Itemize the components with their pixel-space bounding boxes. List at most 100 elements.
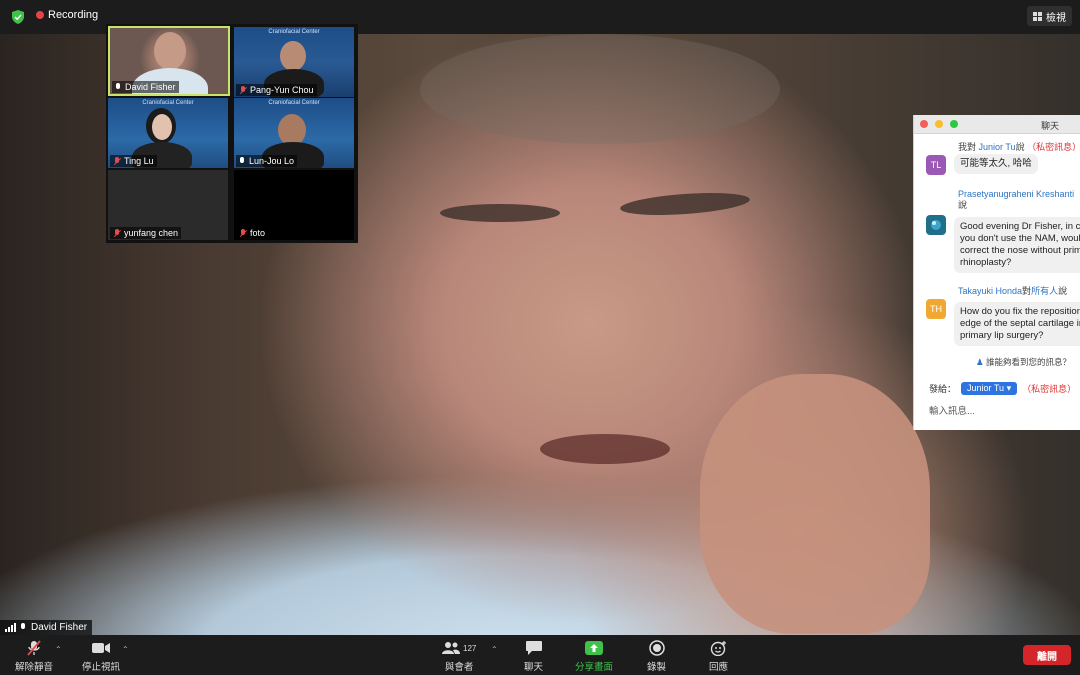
participant-name-tag: David Fisher: [112, 81, 179, 93]
participant-name: Lun-Jou Lo: [249, 156, 295, 166]
participant-tile[interactable]: foto: [234, 170, 354, 240]
message-recipient[interactable]: 所有人: [1031, 286, 1058, 296]
record-button[interactable]: 錄製: [647, 639, 666, 673]
avatar-image-icon: [931, 220, 941, 230]
smiley-icon: [710, 639, 728, 657]
reactions-button[interactable]: 回應: [709, 639, 728, 673]
message-header: 我對 Junior Tu說 （私密訊息）: [958, 140, 1080, 153]
chat-title-bar[interactable]: 聊天: [914, 115, 1080, 134]
participant-name: Pang-Yun Chou: [250, 85, 314, 95]
participant-tile[interactable]: David Fisher: [108, 26, 230, 96]
chevron-up-icon[interactable]: ⌃: [491, 645, 498, 654]
chat-panel: 聊天 我對 Junior Tu說 （私密訊息） TL 可能等太久, 哈哈 Pra…: [913, 115, 1080, 430]
participant-video: [154, 32, 186, 70]
active-speaker-name: David Fisher: [31, 622, 88, 633]
participant-banner: Craniofacial Center: [142, 100, 194, 106]
meeting-toolbar: 解除靜音 ⌃ 停止視訊 ⌃ 127 與會者 ⌃ 聊天 分享畫面 錄製 回應 離開: [0, 635, 1080, 675]
maximize-window-icon[interactable]: [950, 120, 958, 128]
close-window-icon[interactable]: [920, 120, 928, 128]
participant-name-tag: Lun-Jou Lo: [236, 155, 298, 167]
signal-strength-icon: [5, 623, 16, 632]
avatar-initials: TL: [930, 160, 942, 170]
chat-message-input[interactable]: 輸入訊息...: [929, 403, 975, 417]
microphone-muted-icon: [113, 228, 121, 238]
recording-label: Recording: [48, 9, 99, 21]
view-label: 檢視: [1046, 12, 1066, 24]
grid-icon: [1033, 11, 1042, 21]
active-speaker-label: David Fisher: [0, 620, 93, 635]
speaker-left-brow: [440, 204, 560, 222]
leave-meeting-button[interactable]: 離開: [1023, 645, 1071, 665]
chat-button[interactable]: 聊天: [524, 639, 543, 673]
shield-icon[interactable]: [12, 10, 24, 24]
message-suffix: 說: [1015, 142, 1025, 152]
message-bubble: How do you fix the repositioned edge of …: [954, 302, 1080, 346]
share-screen-label: 分享畫面: [575, 662, 614, 673]
record-icon: [648, 639, 665, 657]
message-bubble: Good evening Dr Fisher, in case you don'…: [954, 217, 1080, 273]
participant-name: foto: [250, 228, 266, 238]
microphone-icon: [115, 82, 122, 92]
participant-tile[interactable]: yunfang chen: [108, 170, 228, 240]
participant-name-tag: foto: [236, 227, 269, 239]
view-button[interactable]: 檢視: [1027, 6, 1072, 26]
share-screen-button[interactable]: 分享畫面: [575, 639, 613, 673]
avatar: TH: [926, 299, 946, 319]
chat-label: 聊天: [524, 662, 544, 673]
participant-name: David Fisher: [125, 82, 176, 92]
video-camera-icon: [91, 639, 111, 657]
chevron-up-icon[interactable]: ⌃: [55, 645, 62, 654]
speaker-right-brow: [619, 189, 751, 219]
message-middle: 對: [1022, 286, 1032, 296]
avatar-initials: TH: [930, 304, 942, 314]
participant-name: yunfang chen: [124, 228, 179, 238]
recording-dot-icon: [36, 11, 44, 19]
participant-name: Ting Lu: [124, 156, 154, 166]
avatar: [926, 215, 946, 235]
speaker-mouth: [540, 434, 670, 464]
message-sender[interactable]: Takayuki Honda: [958, 286, 1022, 296]
participant-tile[interactable]: Craniofacial Center Ting Lu: [108, 98, 228, 168]
who-can-see-label: 誰能夠看到您的訊息？: [986, 357, 1072, 367]
stop-video-button[interactable]: 停止視訊: [82, 639, 120, 673]
microphone-muted-icon: [239, 228, 247, 238]
participants-icon: 127: [442, 639, 476, 657]
message-header: Takayuki Honda對所有人說: [958, 284, 1067, 297]
share-screen-icon: [584, 639, 604, 657]
speaker-hair: [420, 34, 780, 144]
recording-indicator[interactable]: Recording: [36, 9, 98, 21]
minimize-window-icon[interactable]: [935, 120, 943, 128]
chevron-up-icon[interactable]: ⌃: [122, 645, 129, 654]
participants-count: 127: [463, 643, 477, 653]
recipient-select[interactable]: Junior Tu ▾: [961, 382, 1018, 395]
reactions-label: 回應: [709, 662, 729, 673]
message-bubble: 可能等太久, 哈哈: [954, 154, 1038, 174]
avatar: TL: [926, 155, 946, 175]
message-suffix: 說: [1058, 286, 1068, 296]
chat-title: 聊天: [1041, 121, 1060, 131]
participant-banner: Craniofacial Center: [268, 100, 320, 106]
participant-tile[interactable]: Craniofacial Center Pang-Yun Chou: [234, 27, 354, 97]
participant-tile[interactable]: Craniofacial Center Lun-Jou Lo: [234, 98, 354, 168]
participants-label: 與會者: [444, 662, 474, 673]
person-icon: ♟: [976, 357, 984, 367]
chat-bubble-icon: [525, 639, 543, 657]
message-recipient[interactable]: Junior Tu: [979, 142, 1016, 152]
microphone-icon: [20, 623, 27, 632]
participants-button[interactable]: 127 與會者: [442, 639, 476, 673]
recipient-select-value: Junior Tu: [967, 383, 1005, 393]
stop-video-label: 停止視訊: [82, 662, 121, 673]
private-tag: （私密訊息）: [1027, 142, 1080, 152]
unmute-label: 解除靜音: [15, 662, 54, 673]
participant-video: [152, 114, 172, 140]
who-can-see-link[interactable]: ♟ 誰能夠看到您的訊息？: [976, 356, 1071, 368]
microphone-icon: [239, 156, 246, 166]
participant-name-tag: Ting Lu: [110, 155, 157, 167]
message-sender[interactable]: Prasetyanugraheni Kreshanti: [958, 189, 1074, 199]
participant-banner: Craniofacial Center: [268, 29, 320, 35]
microphone-muted-icon: [25, 639, 43, 657]
microphone-muted-icon: [239, 85, 247, 95]
unmute-button[interactable]: 解除靜音: [15, 639, 53, 673]
private-tag: （私密訊息）: [1022, 384, 1077, 394]
participant-name-tag: Pang-Yun Chou: [236, 84, 317, 96]
